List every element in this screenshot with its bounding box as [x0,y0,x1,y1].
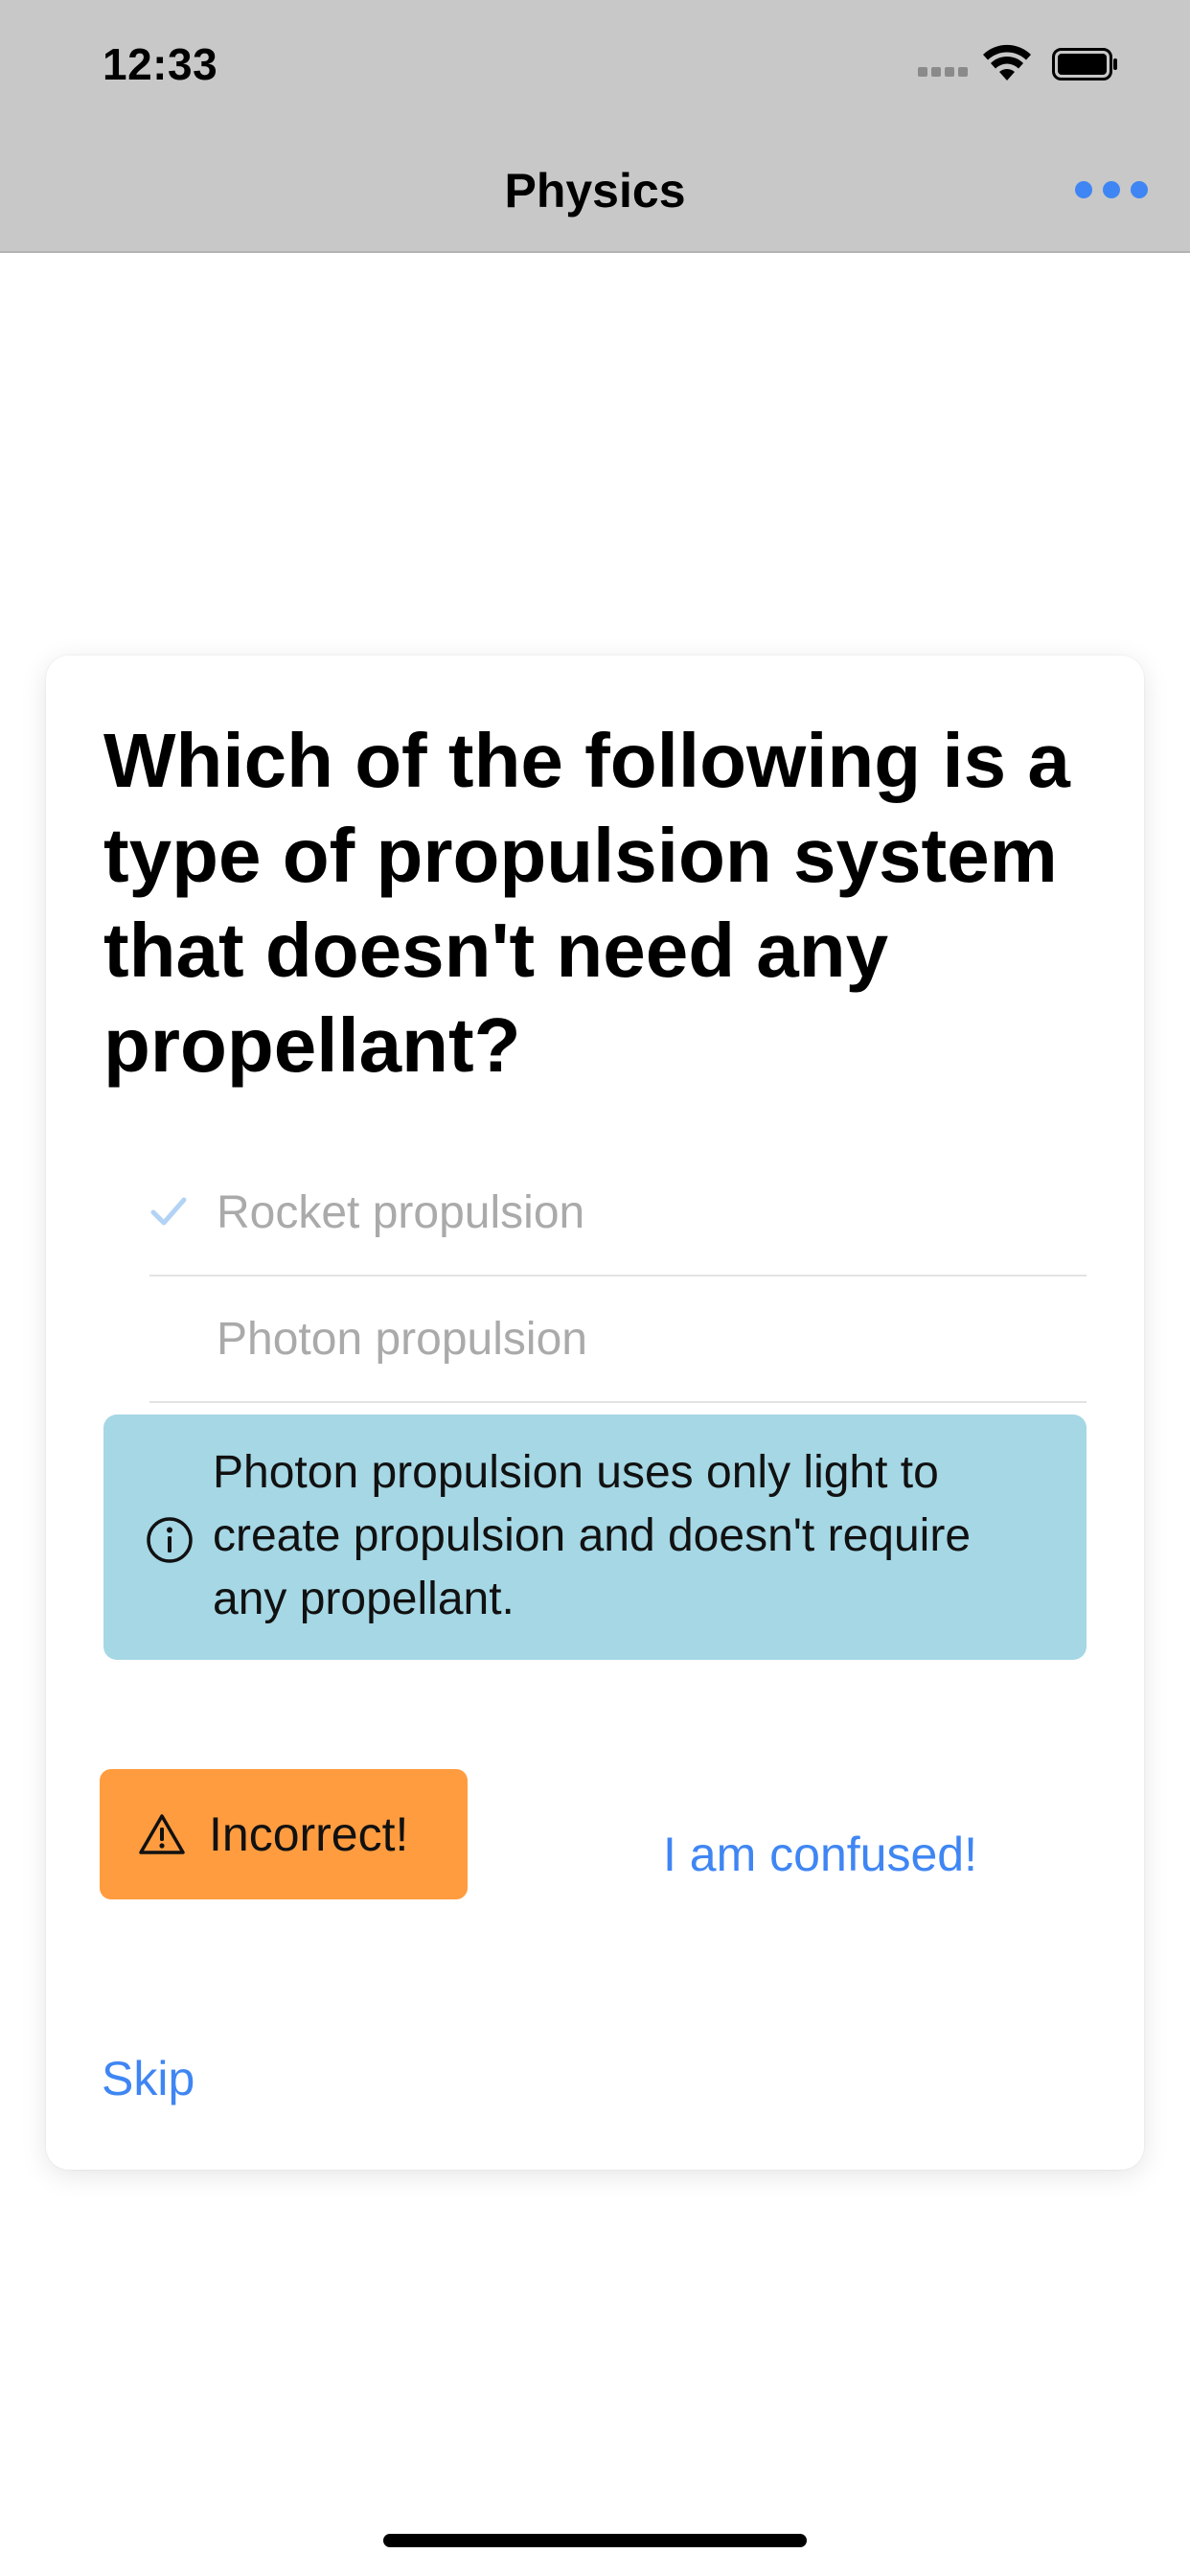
status-icons [883,44,1190,82]
explanation-text: Photon propulsion uses only light to cre… [213,1447,972,1624]
answer-option-label: Photon propulsion [217,1314,587,1365]
ellipsis-icon [1075,181,1092,198]
checkmark-icon [150,1197,187,1226]
battery-icon [1052,48,1117,80]
answer-option-label: Rocket propulsion [217,1187,585,1238]
home-indicator[interactable] [383,2534,807,2547]
question-text: Which of the following is a type of prop… [103,718,1070,1088]
info-circle-icon [147,1517,193,1563]
result-label: Incorrect! [209,1807,409,1861]
answer-option-photon-propulsion[interactable]: Photon propulsion [149,1276,1087,1403]
result-incorrect-button[interactable]: Incorrect! [100,1769,468,1899]
more-options-button[interactable] [1075,180,1148,199]
top-bar: 12:33 Physics [0,0,1190,253]
wifi-icon [983,44,1031,80]
cellular-signal-icon [918,67,968,77]
explanation-box: Photon propulsion uses only light to cre… [103,1414,1087,1660]
skip-link[interactable]: Skip [102,2051,195,2106]
warning-triangle-icon [139,1814,185,1854]
status-time: 12:33 [103,39,218,89]
page-title: Physics [504,164,686,218]
answer-option-rocket-propulsion[interactable]: Rocket propulsion [149,1150,1087,1276]
question-card: Which of the following is a type of prop… [46,656,1144,2170]
confused-link[interactable]: I am confused! [663,1827,977,1882]
